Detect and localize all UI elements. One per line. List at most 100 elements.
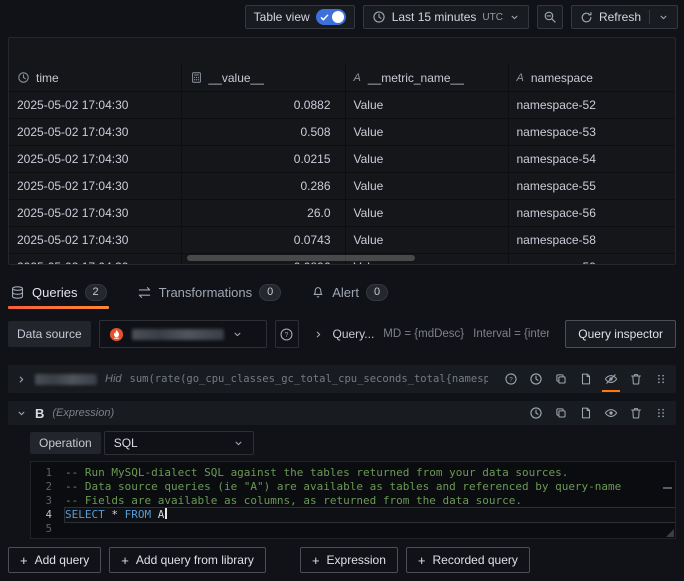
tab-label: Transformations	[159, 285, 252, 300]
table-row: 2025-05-02 17:04:300.508Valuenamespace-5…	[9, 118, 675, 145]
tab-queries[interactable]: Queries 2	[8, 275, 109, 309]
queries-count-badge: 2	[85, 284, 107, 301]
switch-knob	[332, 11, 344, 23]
table-row: 2025-05-02 17:04:300.0882Valuenamespace-…	[9, 91, 675, 118]
query-a-actions: ?	[504, 372, 668, 386]
datasource-bar: Data source ? Query... MD = {mdDesc} Int…	[8, 319, 676, 349]
tab-transformations[interactable]: Transformations 0	[135, 275, 284, 309]
query-options-label: Query...	[333, 327, 375, 341]
overview-ruler-mark	[663, 487, 672, 489]
redacted-query-name	[35, 374, 97, 385]
panel-header	[9, 38, 675, 64]
chevron-right-icon[interactable]	[16, 374, 27, 385]
query-options-toggle[interactable]: Query... MD = {mdDesc} Interval = {inter…	[313, 327, 550, 341]
sql-plain: A	[151, 508, 164, 521]
help-circle-icon[interactable]: ?	[504, 372, 518, 386]
document-icon[interactable]	[579, 406, 593, 420]
tab-label: Queries	[32, 285, 78, 300]
datasource-picker[interactable]	[99, 320, 267, 348]
tab-alert[interactable]: Alert 0	[309, 275, 390, 309]
text-cursor	[165, 508, 167, 519]
drag-handle[interactable]	[654, 372, 668, 386]
query-row-a[interactable]: Hid sum(rate(go_cpu_classes_gc_total_cpu…	[8, 365, 676, 393]
datasource-label: Data source	[8, 321, 91, 347]
column-header-value[interactable]: __value__	[181, 64, 345, 91]
chevron-down-icon[interactable]	[658, 12, 669, 23]
table-row: 2025-05-02 17:04:3026.0Valuenamespace-56	[9, 199, 675, 226]
add-query-from-library-button[interactable]: +Add query from library	[109, 547, 266, 573]
table-row: 2025-05-02 17:04:300.286Valuenamespace-5…	[9, 172, 675, 199]
sql-comment: -- Run MySQL-dialect SQL against the tab…	[65, 466, 568, 479]
query-type-label: (Expression)	[52, 407, 513, 419]
footer-actions: +Add query +Add query from library +Expr…	[8, 547, 676, 573]
clock-icon	[372, 10, 386, 24]
tab-label: Alert	[332, 285, 359, 300]
refresh-icon	[580, 11, 593, 24]
add-query-button[interactable]: +Add query	[8, 547, 101, 573]
toolbar: Table view Last 15 minutes UTC Refresh	[0, 0, 684, 31]
column-header-metric-name[interactable]: A__metric_name__	[345, 64, 508, 91]
refresh-button[interactable]: Refresh	[571, 5, 678, 29]
trash-icon[interactable]	[629, 372, 643, 386]
zoom-out-button[interactable]	[537, 5, 563, 29]
add-recorded-query-button[interactable]: +Recorded query	[406, 547, 530, 573]
plus-icon: +	[20, 553, 28, 568]
transformations-count-badge: 0	[259, 284, 281, 301]
table-row: 2025-05-02 17:04:300.0743Valuenamespace-…	[9, 226, 675, 253]
editor-resize-grip[interactable]	[666, 529, 674, 537]
redacted-datasource-name	[132, 329, 224, 340]
query-expression-preview: sum(rate(go_cpu_classes_gc_total_cpu_sec…	[130, 373, 488, 385]
svg-text:?: ?	[509, 376, 513, 383]
sql-code-editor[interactable]: 1-- Run MySQL-dialect SQL against the ta…	[30, 461, 676, 539]
query-row-b: B (Expression) Operation SQL 1-- Run MyS	[8, 401, 676, 539]
query-inspector-button[interactable]: Query inspector	[565, 320, 676, 348]
time-range-picker[interactable]: Last 15 minutes UTC	[363, 5, 529, 29]
sql-keyword: FROM	[125, 508, 152, 521]
table-view-toggle-group[interactable]: Table view	[245, 5, 355, 29]
code-line: 3-- Fields are available as columns, as …	[31, 494, 675, 508]
operation-selected-value: SQL	[114, 436, 138, 450]
duplicate-icon[interactable]	[554, 406, 568, 420]
duplicate-icon[interactable]	[554, 372, 568, 386]
query-b-editor: Operation SQL 1-- Run MySQL-dialect SQL …	[8, 425, 676, 539]
table-view-switch[interactable]	[316, 9, 346, 25]
check-icon	[320, 13, 329, 22]
bell-icon	[311, 285, 325, 299]
history-clock-icon[interactable]	[529, 372, 543, 386]
sql-keyword: SELECT	[65, 508, 105, 521]
add-expression-button[interactable]: +Expression	[300, 547, 398, 573]
zoom-out-icon	[543, 10, 557, 24]
plus-icon: +	[312, 553, 320, 568]
document-icon[interactable]	[579, 372, 593, 386]
sql-plain: *	[105, 508, 125, 521]
drag-handle[interactable]	[654, 406, 668, 420]
max-data-points-text: MD = {mdDesc}	[383, 328, 464, 340]
chevron-down-icon	[509, 12, 520, 23]
plus-icon: +	[121, 553, 129, 568]
trash-icon[interactable]	[629, 406, 643, 420]
history-clock-icon[interactable]	[529, 406, 543, 420]
column-header-namespace[interactable]: Anamespace	[508, 64, 675, 91]
query-ref-id: B	[35, 406, 44, 421]
code-line: 5	[31, 522, 675, 536]
query-b-header[interactable]: B (Expression)	[8, 401, 676, 425]
chevron-down-icon	[232, 329, 243, 340]
code-line-active: 4SELECT * FROM A	[31, 508, 675, 522]
horizontal-scrollbar-thumb[interactable]	[187, 255, 415, 261]
code-line: 1-- Run MySQL-dialect SQL against the ta…	[31, 466, 675, 480]
calculator-icon	[190, 71, 203, 84]
hide-response-toggle[interactable]	[604, 372, 618, 386]
column-header-time[interactable]: time	[9, 64, 181, 91]
eye-slash-icon	[604, 372, 618, 386]
table-header-row: time __value__ A__metric_name__ Anamespa…	[9, 64, 675, 91]
operation-label: Operation	[30, 432, 101, 454]
sql-comment: -- Fields are available as columns, as r…	[65, 494, 522, 507]
operation-select[interactable]: SQL	[104, 431, 254, 455]
table-panel: time __value__ A__metric_name__ Anamespa…	[8, 37, 676, 265]
eye-icon[interactable]	[604, 406, 618, 420]
data-table: time __value__ A__metric_name__ Anamespa…	[9, 64, 675, 265]
time-range-label: Last 15 minutes	[392, 10, 477, 24]
chevron-down-icon[interactable]	[16, 408, 27, 419]
help-circle-icon: ?	[279, 327, 294, 342]
datasource-help-button[interactable]: ?	[275, 320, 299, 348]
